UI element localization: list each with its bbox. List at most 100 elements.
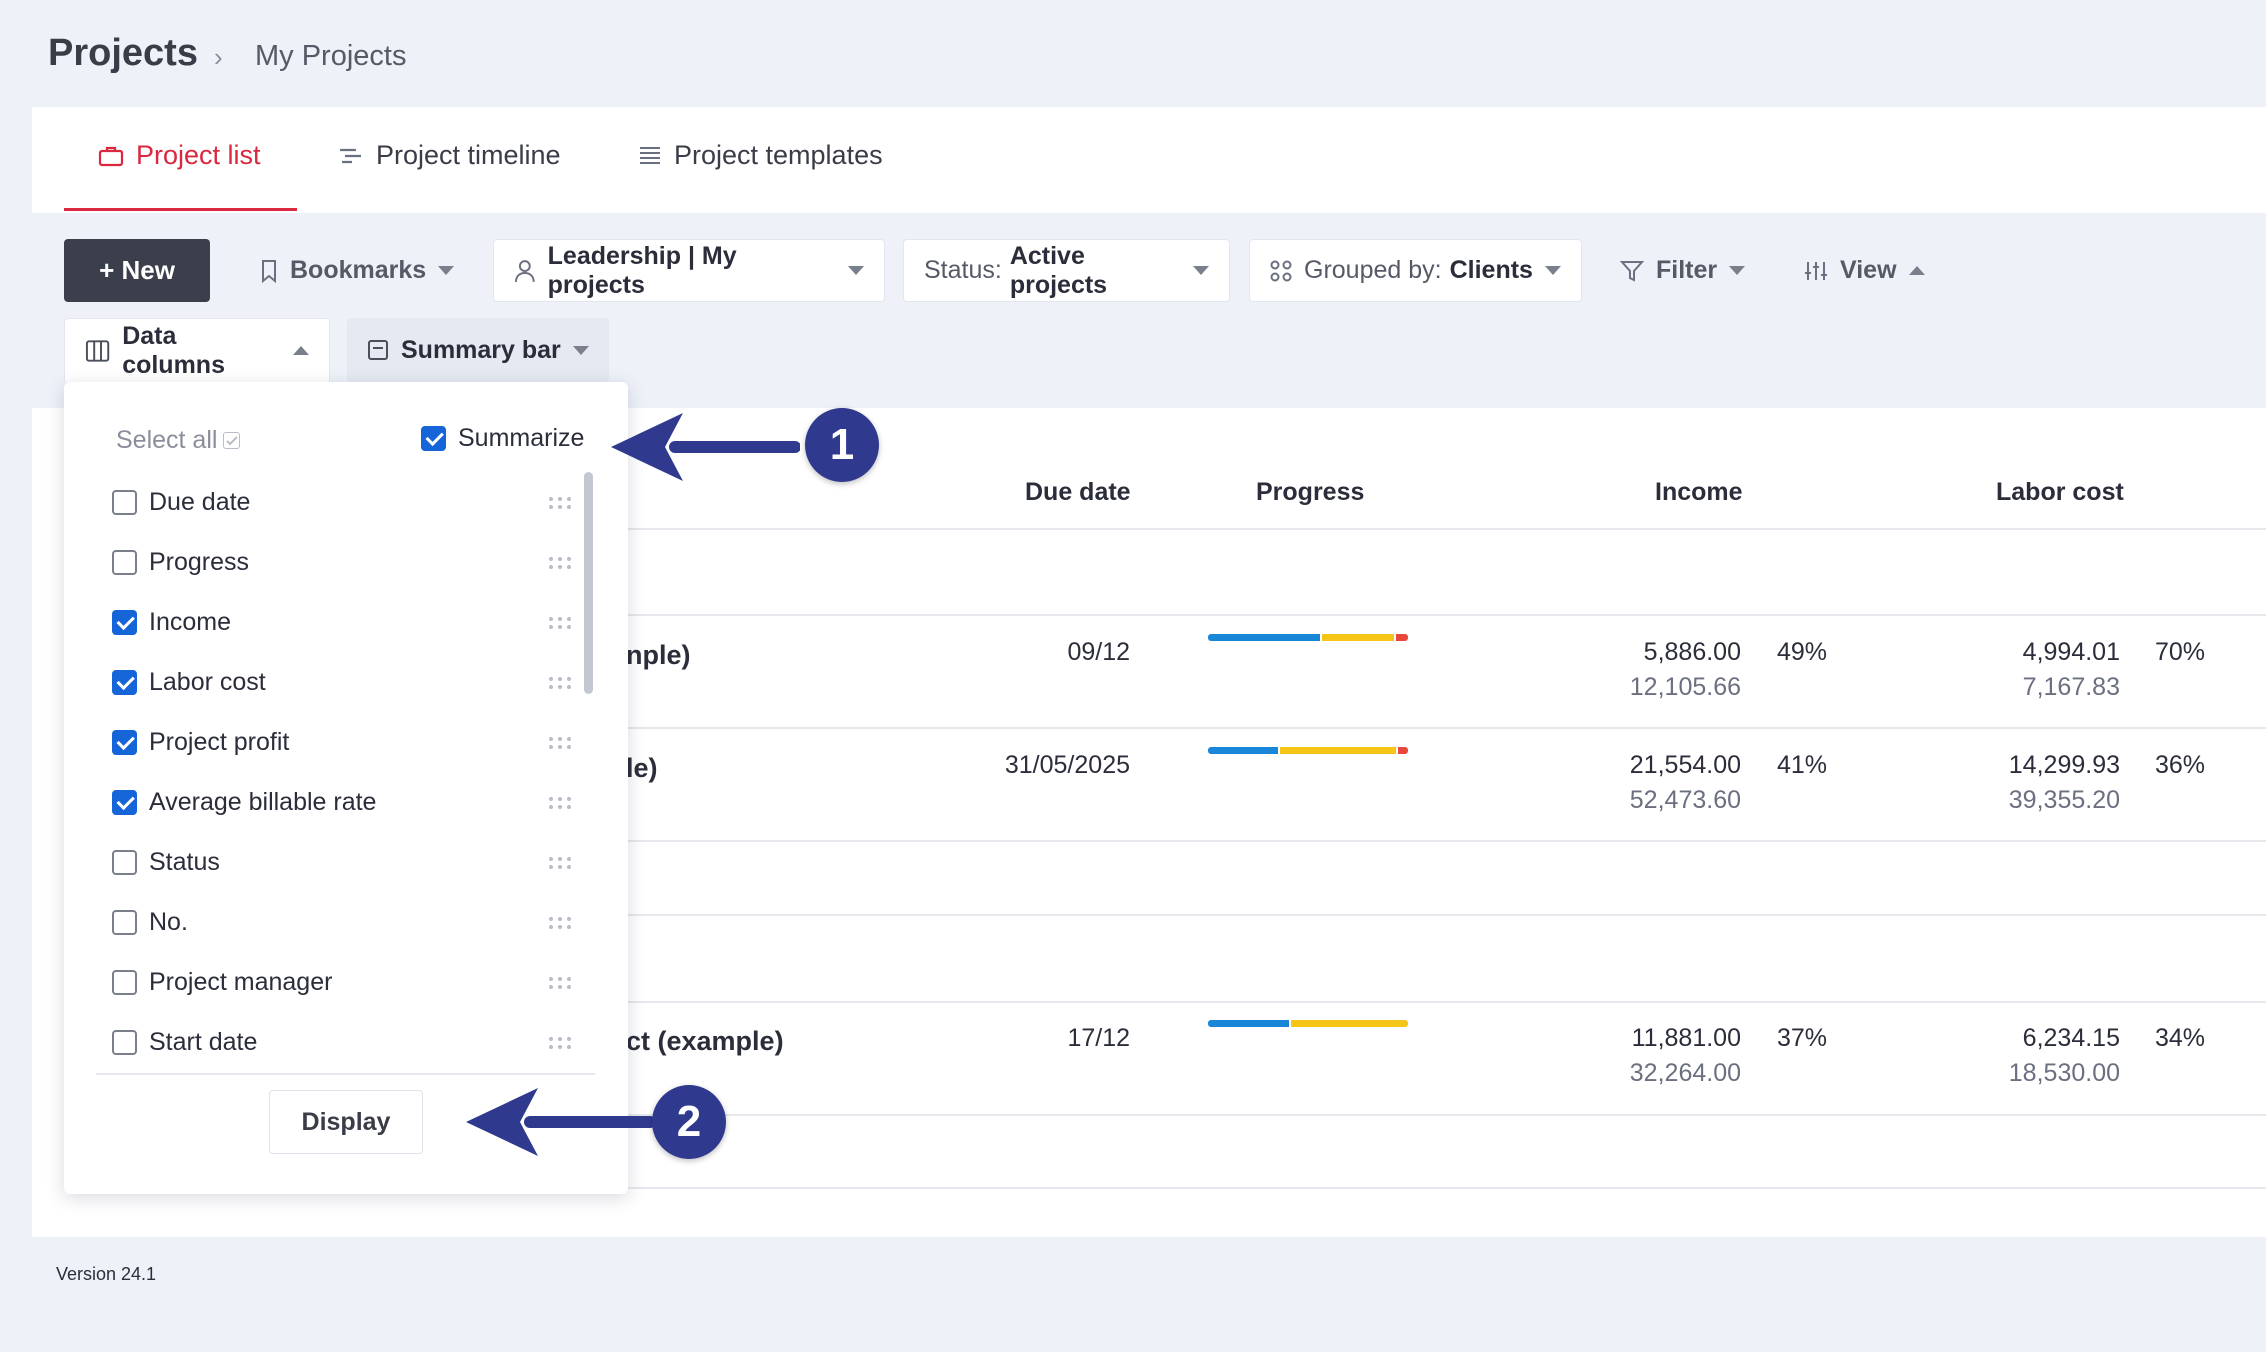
grip-dot [558, 685, 562, 689]
version-label: Version 24.1 [56, 1264, 157, 1284]
chevron-up-icon [293, 346, 309, 355]
drag-handle-icon[interactable] [549, 917, 571, 929]
tab-label: Project templates [674, 140, 883, 170]
column-header-labor-cost[interactable]: Labor cost [1996, 478, 2124, 507]
project-name[interactable]: le) [626, 753, 658, 784]
grip-dot [549, 565, 553, 569]
new-button[interactable]: + New [64, 239, 210, 302]
grip-dot [549, 1037, 553, 1041]
annotation-badge-1: 1 [805, 408, 879, 482]
grip-dot [567, 557, 571, 561]
summarize-checkbox[interactable] [421, 426, 446, 451]
progress-segment [1208, 747, 1278, 754]
column-option[interactable]: Project manager [112, 968, 332, 997]
status-dropdown[interactable]: Status: Active projects [903, 239, 1230, 302]
column-option-checkbox[interactable] [112, 910, 137, 935]
grip-dot [567, 745, 571, 749]
column-option[interactable]: Start date [112, 1028, 257, 1057]
column-option-checkbox[interactable] [112, 490, 137, 515]
grip-dot [549, 745, 553, 749]
grip-dot [567, 617, 571, 621]
grip-dot [549, 977, 553, 981]
tab-project-templates[interactable]: Project templates [638, 140, 883, 171]
display-button[interactable]: Display [269, 1090, 423, 1154]
drag-handle-icon[interactable] [549, 1037, 571, 1049]
grip-dot [558, 1045, 562, 1049]
column-header-income[interactable]: Income [1655, 478, 1743, 507]
column-option[interactable]: Project profit [112, 728, 289, 757]
column-option-checkbox[interactable] [112, 790, 137, 815]
column-header-due-date[interactable]: Due date [1025, 478, 1131, 507]
row-divider [626, 727, 2266, 729]
due-date-cell: 17/12 [1067, 1024, 1130, 1052]
chevron-up-icon [1908, 266, 1925, 275]
tab-project-list[interactable]: Project list [98, 140, 261, 171]
column-option-label: Income [149, 608, 231, 636]
drag-handle-icon[interactable] [549, 617, 571, 629]
column-option-checkbox[interactable] [112, 970, 137, 995]
grip-dot [549, 925, 553, 929]
project-name[interactable]: nple) [626, 640, 691, 671]
grip-dot [549, 497, 553, 501]
project-name[interactable]: ct (example) [626, 1026, 784, 1057]
select-all-option[interactable]: Select all [116, 426, 241, 455]
grip-dot [567, 677, 571, 681]
bookmark-icon [262, 259, 276, 283]
bookmarks-dropdown[interactable]: Bookmarks [240, 239, 474, 302]
filter-dropdown[interactable]: Filter [1600, 239, 1765, 302]
grip-dot [567, 925, 571, 929]
column-option-checkbox[interactable] [112, 610, 137, 635]
column-option-checkbox[interactable] [112, 1030, 137, 1055]
grip-dot [549, 737, 553, 741]
column-option[interactable]: Progress [112, 548, 249, 577]
drag-handle-icon[interactable] [549, 737, 571, 749]
progress-segment [1208, 634, 1320, 641]
tab-project-timeline[interactable]: Project timeline [338, 140, 561, 171]
labor-cost-percent: 70% [2155, 638, 2206, 666]
column-option[interactable]: No. [112, 908, 188, 937]
user-icon [514, 259, 535, 282]
drag-handle-icon[interactable] [549, 977, 571, 989]
column-option-checkbox[interactable] [112, 850, 137, 875]
view-dropdown[interactable]: View [1784, 239, 1945, 302]
grip-dot [549, 625, 553, 629]
grouped-by-dropdown[interactable]: Grouped by: Clients [1249, 239, 1582, 302]
summarize-option[interactable]: Summarize [421, 424, 584, 453]
progress-segment [1322, 634, 1394, 641]
row-divider [626, 1114, 2266, 1116]
drag-handle-icon[interactable] [549, 797, 571, 809]
breadcrumb-current[interactable]: My Projects [255, 40, 406, 73]
column-option-checkbox[interactable] [112, 670, 137, 695]
income-sub-cell: 12,105.66 [1629, 673, 1741, 701]
chevron-down-icon [848, 266, 864, 275]
data-columns-dropdown[interactable]: Data columns [64, 318, 330, 382]
drag-handle-icon[interactable] [549, 857, 571, 869]
column-option[interactable]: Status [112, 848, 220, 877]
chevron-down-icon [572, 345, 589, 355]
column-option-checkbox[interactable] [112, 550, 137, 575]
column-option[interactable]: Due date [112, 488, 250, 517]
labor-cost-percent: 34% [2155, 1024, 2206, 1052]
drag-handle-icon[interactable] [549, 677, 571, 689]
labor-cost-cell: 14,299.93 [2008, 751, 2120, 779]
tab-label: Project timeline [376, 140, 561, 170]
column-option-checkbox[interactable] [112, 730, 137, 755]
drag-handle-icon[interactable] [549, 497, 571, 509]
column-option[interactable]: Income [112, 608, 231, 637]
summary-bar-dropdown[interactable]: Summary bar [347, 318, 609, 382]
column-header-progress[interactable]: Progress [1256, 478, 1364, 507]
drag-handle-icon[interactable] [549, 557, 571, 569]
filter-icon [1620, 260, 1644, 282]
labor-cost-sub-cell: 7,167.83 [2022, 673, 2120, 701]
grip-dot [558, 677, 562, 681]
labor-cost-cell: 4,994.01 [2022, 638, 2120, 666]
grip-dot [567, 1045, 571, 1049]
select-all-label: Select all [116, 426, 218, 454]
grip-dot [558, 985, 562, 989]
column-option[interactable]: Average billable rate [112, 788, 376, 817]
labor-cost-sub-cell: 39,355.20 [2008, 786, 2120, 814]
grip-dot [558, 565, 562, 569]
panel-scrollbar[interactable] [584, 472, 593, 694]
view-selector-dropdown[interactable]: Leadership | My projects [493, 239, 885, 302]
column-option[interactable]: Labor cost [112, 668, 266, 697]
